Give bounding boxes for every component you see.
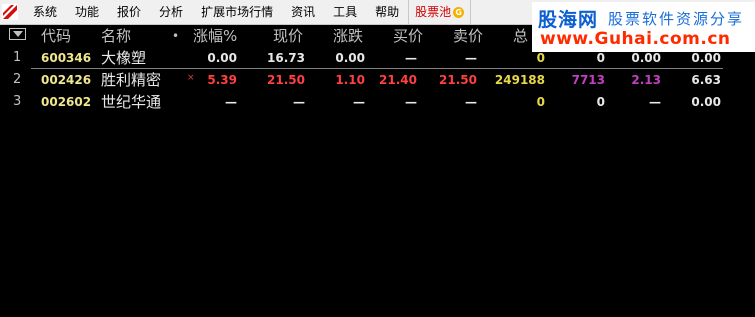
menu-help[interactable]: 帮助 (366, 0, 408, 24)
ask: — (465, 95, 477, 109)
header-ask[interactable]: 卖价 (453, 25, 483, 47)
stock-pool-label: 股票池 (415, 5, 452, 19)
change: — (353, 95, 365, 109)
col9: 0.00 (691, 51, 721, 65)
header-bid[interactable]: 买价 (393, 25, 423, 47)
table-row[interactable]: 2 002426 胜利精密 × 5.39 21.50 1.10 21.40 21… (0, 69, 755, 91)
row-index: 2 (13, 72, 22, 87)
menu-quote[interactable]: 报价 (108, 0, 150, 24)
col8: — (649, 95, 661, 109)
change: 0.00 (335, 51, 365, 65)
header-change[interactable]: 涨跌 (333, 25, 363, 47)
menu-extended-market[interactable]: 扩展市场行情 (192, 0, 282, 24)
change-pct: — (225, 95, 237, 109)
row-flag-mark: × (187, 73, 195, 83)
table-row[interactable]: 1 600346 大橡塑 0.00 16.73 0.00 — — 0 0 0.0… (0, 47, 755, 69)
header-name[interactable]: 名称 (101, 25, 131, 47)
row-index: 1 (13, 50, 22, 65)
change-pct: 0.00 (207, 51, 237, 65)
change: 1.10 (335, 73, 365, 87)
quote-table-header: 代码 名称 • 涨幅% 现价 涨跌 买价 卖价 总 (0, 25, 755, 47)
stock-name: 世纪华通 (101, 93, 162, 111)
header-change-pct[interactable]: 涨幅% (193, 25, 237, 47)
stock-pool-badge-icon: G (453, 6, 465, 18)
volume: 0 (536, 95, 545, 109)
ask: 21.50 (439, 73, 477, 87)
stock-name: 大橡塑 (101, 49, 147, 67)
table-row[interactable]: 3 002602 世纪华通 — — — — — 0 0 — 0.00 (0, 91, 755, 113)
menu-news[interactable]: 资讯 (282, 0, 324, 24)
menu-analysis[interactable]: 分析 (150, 0, 192, 24)
menu-function[interactable]: 功能 (66, 0, 108, 24)
menu-tools[interactable]: 工具 (324, 0, 366, 24)
price: — (293, 95, 305, 109)
menu-stock-pool[interactable]: 股票池 G (408, 0, 472, 24)
volume: 0 (536, 51, 545, 65)
price: 16.73 (267, 51, 305, 65)
stock-code: 002426 (41, 73, 92, 87)
stock-name: 胜利精密 (101, 71, 162, 89)
col8: 2.13 (631, 73, 661, 87)
col7: 0 (596, 51, 605, 65)
header-code[interactable]: 代码 (41, 25, 71, 47)
header-dot: • (172, 29, 180, 43)
volume: 249188 (494, 73, 545, 87)
col7: 7713 (571, 73, 605, 87)
ask: — (465, 51, 477, 65)
price: 21.50 (267, 73, 305, 87)
col9: 6.63 (691, 73, 721, 87)
change-pct: 5.39 (207, 73, 237, 87)
bid: — (405, 51, 417, 65)
stock-code: 600346 (41, 51, 92, 65)
bid: 21.40 (379, 73, 417, 87)
app-logo-icon[interactable] (2, 4, 18, 20)
stock-code: 002602 (41, 95, 92, 109)
col9: 0.00 (691, 95, 721, 109)
header-volume[interactable]: 总 (513, 25, 528, 47)
menu-system[interactable]: 系统 (24, 0, 66, 24)
header-price[interactable]: 现价 (273, 25, 303, 47)
row-index: 3 (13, 94, 22, 109)
col8: 0.00 (631, 51, 661, 65)
bid: — (405, 95, 417, 109)
col7: 0 (596, 95, 605, 109)
